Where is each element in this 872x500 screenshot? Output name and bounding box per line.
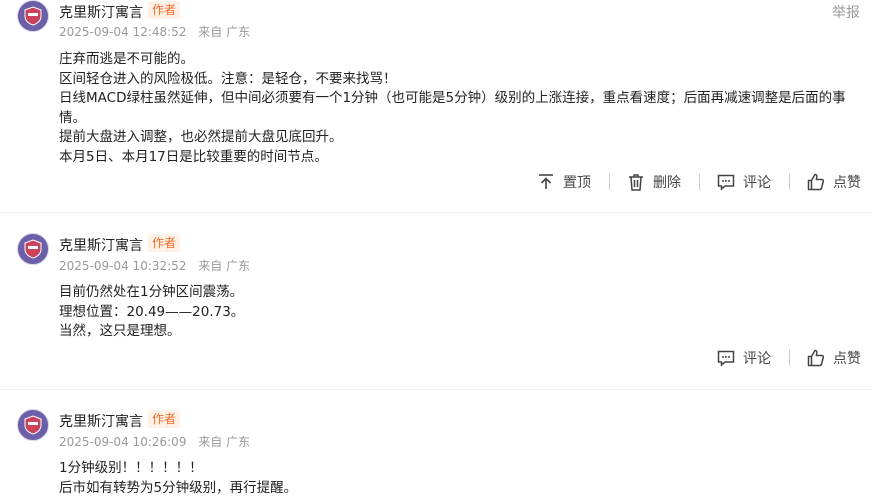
like-button[interactable]: 点赞 xyxy=(806,348,861,368)
post-location: 来自 广东 xyxy=(198,25,251,39)
post-meta: 2025-09-04 10:32:52 来自 广东 xyxy=(59,257,250,274)
content-line: 庄弃而逃是不可能的。 xyxy=(59,51,194,67)
avatar[interactable] xyxy=(17,409,49,441)
avatar-shield-icon xyxy=(24,415,42,435)
post-actions: 评论 点赞 xyxy=(716,348,861,368)
delete-button[interactable]: 删除 xyxy=(626,172,681,192)
author-badge: 作者 xyxy=(148,234,181,252)
author-name[interactable]: 克里斯汀寓言 xyxy=(59,2,143,22)
avatar[interactable] xyxy=(17,0,49,32)
comment-icon xyxy=(717,174,735,191)
avatar-shield-icon xyxy=(24,239,42,259)
content-line: 提前大盘进入调整，也必然提前大盘见底回升。 xyxy=(59,129,343,145)
delete-label: 删除 xyxy=(653,175,681,191)
content-line: 日线MACD绿柱虽然延伸，但中间必须要有一个1分钟（也可能是5分钟）级别的上涨连… xyxy=(59,90,846,126)
post-time: 2025-09-04 12:48:52 xyxy=(59,25,187,39)
post-location: 来自 广东 xyxy=(198,435,251,449)
thumbs-up-icon xyxy=(807,173,825,191)
comment-label: 评论 xyxy=(743,351,771,367)
like-label: 点赞 xyxy=(833,351,861,367)
like-button[interactable]: 点赞 xyxy=(806,172,861,192)
avatar-shield-icon xyxy=(24,6,42,26)
divider xyxy=(699,174,700,190)
post-content: 庄弃而逃是不可能的。 区间轻仓进入的风险极低。注意：是轻仓，不要来找骂！ 日线M… xyxy=(59,50,861,167)
content-line: 1分钟级别！！！！！！ xyxy=(59,460,203,476)
author-name[interactable]: 克里斯汀寓言 xyxy=(59,235,143,255)
content-line: 目前仍然处在1分钟区间震荡。 xyxy=(59,284,244,300)
content-line: 后市如有转势为5分钟级别，再行提醒。 xyxy=(59,479,298,496)
post-content: 目前仍然处在1分钟区间震荡。 理想位置：20.49——20.73。 当然，这只是… xyxy=(59,283,861,342)
like-label: 点赞 xyxy=(833,175,861,191)
content-line: 理想位置：20.49——20.73。 xyxy=(59,303,245,320)
comment-button[interactable]: 评论 xyxy=(716,172,771,192)
thumbs-up-icon xyxy=(807,349,825,367)
pin-label: 置顶 xyxy=(563,175,591,191)
comment-label: 评论 xyxy=(743,175,771,191)
comment-button[interactable]: 评论 xyxy=(716,348,771,368)
trash-icon xyxy=(629,174,643,191)
report-link[interactable]: 举报 xyxy=(832,2,860,22)
post-actions: 置顶 删除 评论 点赞 xyxy=(536,172,861,192)
post-divider xyxy=(0,212,872,213)
author-badge: 作者 xyxy=(148,1,181,19)
post-content: 1分钟级别！！！！！！ 后市如有转势为5分钟级别，再行提醒。 xyxy=(59,459,861,498)
pin-button[interactable]: 置顶 xyxy=(536,172,591,192)
author-name[interactable]: 克里斯汀寓言 xyxy=(59,411,143,431)
post-meta: 2025-09-04 10:26:09 来自 广东 xyxy=(59,433,250,450)
content-line: 区间轻仓进入的风险极低。注意：是轻仓，不要来找骂！ xyxy=(59,70,397,87)
avatar[interactable] xyxy=(17,233,49,265)
post-time: 2025-09-04 10:26:09 xyxy=(59,435,187,449)
author-badge: 作者 xyxy=(148,410,181,428)
content-line: 当然，这只是理想。 xyxy=(59,323,181,339)
divider xyxy=(789,174,790,190)
divider xyxy=(609,174,610,190)
post-location: 来自 广东 xyxy=(198,259,251,273)
divider xyxy=(789,350,790,366)
post-time: 2025-09-04 10:32:52 xyxy=(59,259,187,273)
content-line: 本月5日、本月17日是比较重要的时间节点。 xyxy=(59,148,328,165)
post-divider xyxy=(0,389,872,390)
pin-top-icon xyxy=(539,174,553,189)
post-meta: 2025-09-04 12:48:52 来自 广东 xyxy=(59,23,250,40)
comment-icon xyxy=(717,350,735,367)
